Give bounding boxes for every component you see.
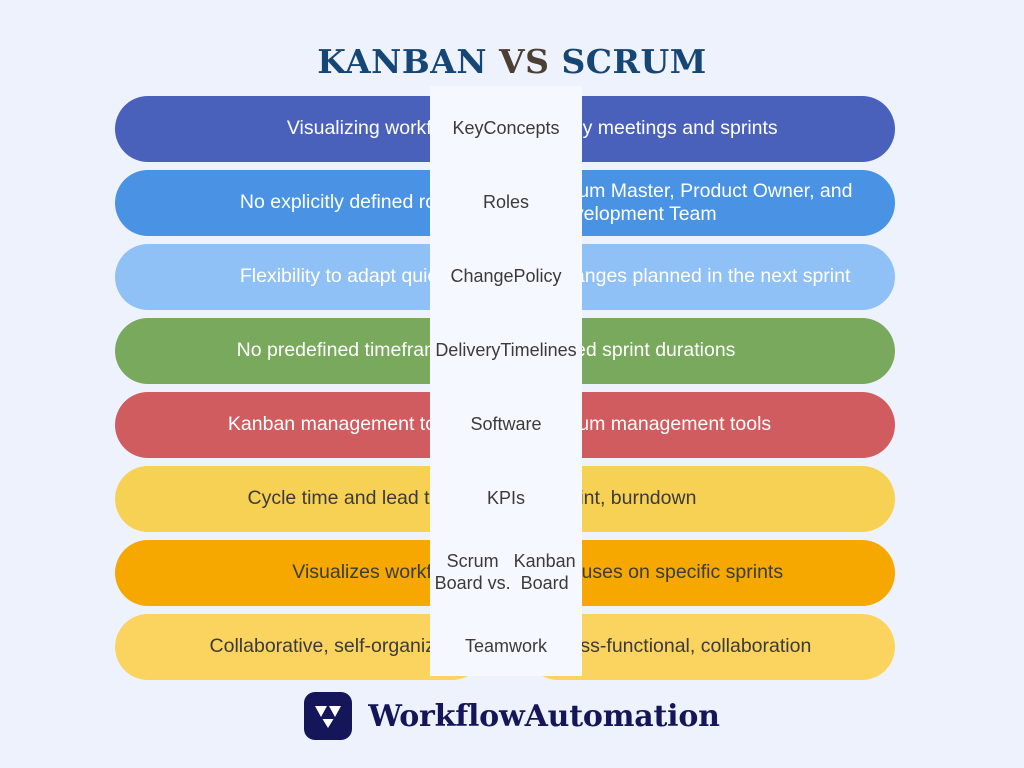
criterion-label: Teamwork <box>430 614 582 680</box>
criterion-label: Key Concepts <box>430 96 582 162</box>
w-monogram-icon <box>304 692 353 740</box>
criterion-label: Software <box>430 392 582 458</box>
comparison-table: Visualizing workflow Daily meetings and s… <box>115 86 895 680</box>
criterion-label-line: Timelines <box>500 340 577 361</box>
criterion-label-line: Scrum Board vs. <box>434 551 511 593</box>
footer-brand: WorkflowAutomation <box>0 692 1024 740</box>
title-part-vs: VS <box>499 42 550 81</box>
brand-name: WorkflowAutomation <box>368 698 720 734</box>
comparison-criteria-column: Key Concepts Roles Change Policy Delivery Time… <box>430 96 582 688</box>
criterion-label-line: Key <box>452 118 484 139</box>
criterion-label-line: Policy <box>513 266 562 287</box>
criterion-label: Change Policy <box>430 244 582 310</box>
criterion-label-line: Kanban Board <box>513 551 576 593</box>
criterion-label-line: Delivery <box>435 340 501 361</box>
page-title: KANBAN VS SCRUM <box>0 42 1024 81</box>
criterion-label: Scrum Board vs. Kanban Board <box>430 540 582 606</box>
criterion-label-line: KPIs <box>486 488 525 509</box>
criterion-label: Delivery Timelines <box>430 318 582 384</box>
criterion-label: Roles <box>430 170 582 236</box>
criterion-label-line: Concepts <box>483 118 560 139</box>
title-part-kanban: KANBAN <box>317 42 487 81</box>
criterion-label: KPIs <box>430 466 582 532</box>
title-part-scrum: SCRUM <box>561 42 707 81</box>
criterion-label-line: Roles <box>482 192 530 213</box>
criterion-label-line: Change <box>450 266 514 287</box>
criterion-label-line: Teamwork <box>464 636 548 657</box>
criterion-label-line: Software <box>470 414 542 435</box>
